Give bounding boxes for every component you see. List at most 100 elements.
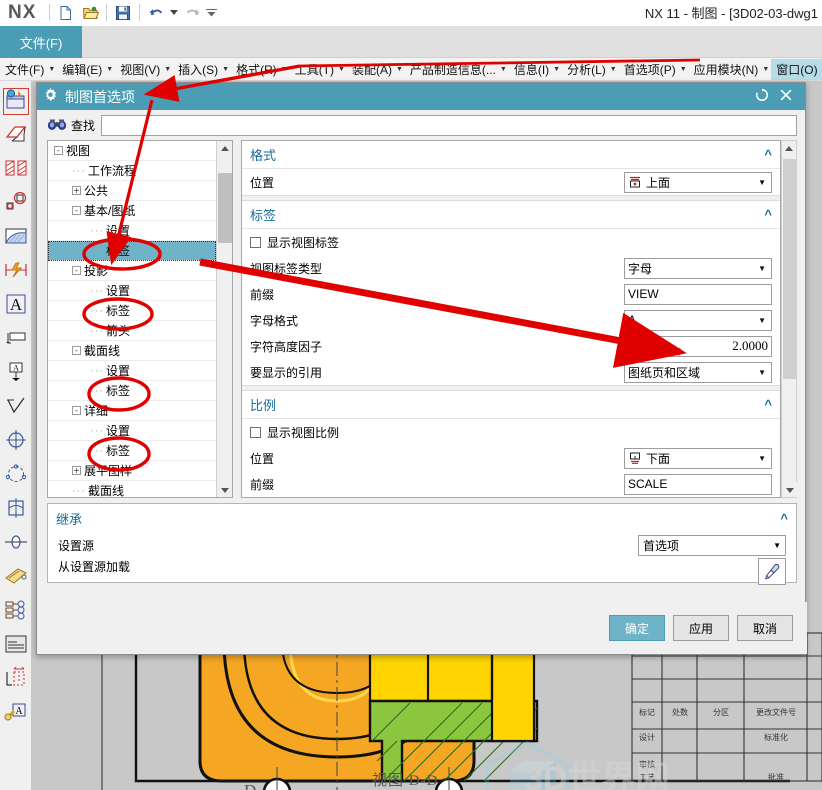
tree-item-10[interactable]: - 截面线	[48, 341, 216, 361]
tree-expander-icon[interactable]: -	[72, 206, 81, 215]
tree-item-2[interactable]: + 公共	[48, 181, 216, 201]
tree-item-6[interactable]: - 投影	[48, 261, 216, 281]
tolerance-frame-icon[interactable]	[0, 662, 32, 696]
cancel-button[interactable]: 取消	[737, 615, 793, 641]
target-point-icon[interactable]	[0, 424, 32, 458]
scroll-down-icon[interactable]	[217, 482, 232, 497]
dimension-quick-icon[interactable]	[0, 254, 32, 288]
panel-scrollbar-thumb[interactable]	[783, 159, 797, 379]
menu-item-9[interactable]: 分析(L) ▼	[562, 59, 619, 80]
centerline-icon[interactable]	[0, 492, 32, 526]
chevron-down-icon[interactable]: ▼	[680, 66, 687, 73]
chevron-up-icon[interactable]: ^	[764, 147, 772, 162]
tree-item-16[interactable]: + 展平图样	[48, 461, 216, 481]
chevron-down-icon[interactable]: ▼	[396, 66, 403, 73]
chevron-down-icon[interactable]: ▼	[758, 264, 768, 273]
setting-text-input[interactable]: SCALE	[624, 473, 772, 495]
view-create-icon[interactable]	[0, 84, 32, 118]
drawing-note-icon[interactable]	[0, 560, 32, 594]
settings-source-dropdown[interactable]: 首选项 ▼	[638, 534, 786, 556]
surface-finish-icon[interactable]	[0, 390, 32, 424]
settings-panel[interactable]: 格式 ^ 位置 上面 ▼ 标签 ^ 显示视图标签 视图标签类型 字母 ▼ 前缀 VIEW 字母格式 A ▼ 字符…	[241, 140, 781, 498]
open-file-icon[interactable]	[78, 2, 102, 24]
menu-item-8[interactable]: 信息(I) ▼	[509, 59, 562, 80]
tab-file[interactable]: 文件(F)	[0, 26, 82, 58]
checkbox[interactable]	[250, 236, 261, 248]
tree-item-5[interactable]: ··· 标签	[48, 241, 216, 261]
panel-scrollbar[interactable]	[781, 140, 797, 498]
label-leader-icon[interactable]: A	[0, 356, 32, 390]
tree-expander-icon[interactable]: -	[72, 346, 81, 355]
menu-item-4[interactable]: 格式(R) ▼	[231, 59, 290, 80]
panel-scroll-down-icon[interactable]	[782, 482, 797, 497]
tree-expander-icon[interactable]: -	[72, 266, 81, 275]
menu-item-1[interactable]: 编辑(E) ▼	[57, 59, 115, 80]
chevron-down-icon[interactable]: ▼	[553, 66, 560, 73]
view-break-icon[interactable]	[0, 220, 32, 254]
edge-chamfer-icon[interactable]	[0, 118, 32, 152]
setting-dropdown[interactable]: 上面 ▼	[624, 171, 772, 193]
tree-expander-icon[interactable]: +	[72, 186, 81, 195]
menu-item-11[interactable]: 应用模块(N) ▼	[689, 59, 772, 80]
tree-scrollbar[interactable]	[216, 141, 232, 497]
save-icon[interactable]	[111, 2, 135, 24]
menu-item-5[interactable]: 工具(T) ▼	[290, 59, 347, 80]
chevron-down-icon[interactable]: ▼	[281, 66, 288, 73]
new-file-icon[interactable]	[54, 2, 78, 24]
chevron-up-icon[interactable]: ^	[780, 511, 788, 526]
chevron-down-icon[interactable]: ▼	[610, 66, 617, 73]
section-center-icon[interactable]	[0, 526, 32, 560]
tree-expander-icon[interactable]: -	[72, 406, 81, 415]
datum-feature-icon[interactable]	[0, 458, 32, 492]
menu-item-3[interactable]: 插入(S) ▼	[173, 59, 231, 80]
eyedropper-icon[interactable]	[758, 558, 786, 585]
settings-tree[interactable]: - 视图 ··· 工作流程 + 公共 - 基本/图纸 ··· 设置 ··· 标签 - 投影 ··· 设置 ···…	[47, 140, 233, 498]
tree-item-15[interactable]: ··· 标签	[48, 441, 216, 461]
ok-button[interactable]: 确定	[609, 615, 665, 641]
tree-item-17[interactable]: ··· 截面线	[48, 481, 216, 497]
chevron-down-icon[interactable]: ▼	[48, 66, 55, 73]
menu-item-6[interactable]: 装配(A) ▼	[347, 59, 405, 80]
close-icon[interactable]	[779, 88, 793, 105]
section-header-2[interactable]: 比例 ^	[242, 391, 780, 419]
parts-list-icon[interactable]	[0, 594, 32, 628]
setting-dropdown[interactable]: 下面 ▼	[624, 447, 772, 469]
undo-icon[interactable]	[144, 2, 168, 24]
chevron-down-icon[interactable]: ▼	[758, 178, 768, 187]
menu-item-12[interactable]: 窗口(O)▼	[771, 58, 822, 80]
chevron-down-icon[interactable]: ▼	[338, 66, 345, 73]
chevron-up-icon[interactable]: ^	[764, 397, 772, 412]
setting-dropdown[interactable]: A ▼	[624, 309, 772, 331]
section-hatch-icon[interactable]	[0, 152, 32, 186]
panel-scroll-up-icon[interactable]	[782, 141, 796, 156]
chevron-down-icon[interactable]: ▼	[762, 66, 769, 73]
menu-item-10[interactable]: 首选项(P) ▼	[619, 59, 689, 80]
section-header-0[interactable]: 格式 ^	[242, 141, 780, 169]
tree-item-9[interactable]: ··· 箭头	[48, 321, 216, 341]
geometry-tolerance-icon[interactable]	[0, 186, 32, 220]
setting-dropdown[interactable]: 图纸页和区域 ▼	[624, 361, 772, 383]
chevron-down-icon[interactable]: ▼	[500, 66, 507, 73]
chevron-down-icon[interactable]: ▼	[164, 66, 171, 73]
chevron-down-icon[interactable]: ▼	[106, 66, 113, 73]
menu-item-2[interactable]: 视图(V) ▼	[115, 59, 173, 80]
scrollbar-thumb[interactable]	[218, 173, 232, 243]
tree-item-13[interactable]: - 详细	[48, 401, 216, 421]
chevron-down-icon[interactable]: ▼	[758, 316, 768, 325]
tree-item-7[interactable]: ··· 设置	[48, 281, 216, 301]
tree-item-4[interactable]: ··· 设置	[48, 221, 216, 241]
setting-text-input[interactable]: VIEW	[624, 283, 772, 305]
table-note-icon[interactable]	[0, 628, 32, 662]
tree-item-11[interactable]: ··· 设置	[48, 361, 216, 381]
apply-button[interactable]: 应用	[673, 615, 729, 641]
text-annotation-icon[interactable]: A	[0, 288, 32, 322]
chevron-down-icon[interactable]: ▼	[758, 368, 768, 377]
reset-icon[interactable]	[755, 88, 769, 105]
edit-text-icon[interactable]: A	[0, 696, 32, 730]
section-header-1[interactable]: 标签 ^	[242, 201, 780, 229]
inherit-section-header[interactable]: 继承 ^	[48, 504, 796, 532]
chevron-down-icon[interactable]: ▼	[222, 66, 229, 73]
tree-item-0[interactable]: - 视图	[48, 141, 216, 161]
scroll-up-icon[interactable]	[217, 141, 232, 156]
tree-item-12[interactable]: ··· 标签	[48, 381, 216, 401]
